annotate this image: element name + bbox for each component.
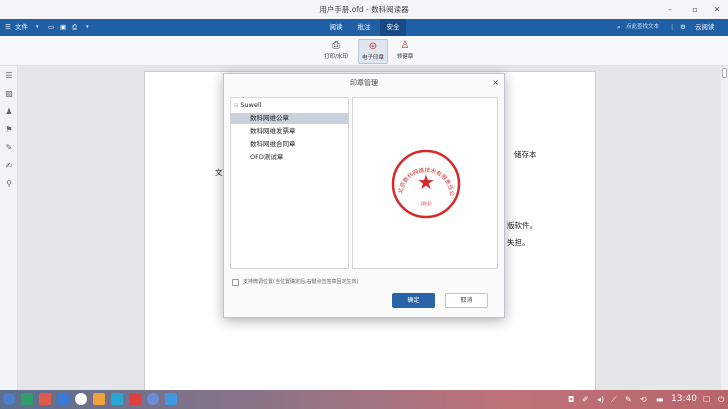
print-watermark-label: 打印/水印 [324,54,348,60]
edit-tray-icon[interactable]: ✎ [625,393,632,406]
maximize-button[interactable]: ▫ [684,0,706,19]
camera-icon[interactable]: ◘ [568,393,574,406]
seal-item[interactable]: 数科网维公章 [231,113,348,124]
print-watermark-button[interactable]: ⎙ 打印/水印 [322,39,350,64]
vertical-scrollbar[interactable] [721,66,728,390]
start-menu-icon[interactable] [3,393,15,405]
taskbar: ◘ ✐ ◂) ⟋ ✎ ⟲ ▬ 13:40 ☐ ⏻ [0,390,728,409]
dialog-title: 印章管理 [350,79,378,87]
minimize-button[interactable]: – [659,0,681,19]
scroll-thumb[interactable] [722,68,727,78]
divider: | [671,23,674,31]
mail-icon[interactable] [39,393,51,405]
seal-image: 北京数科网维技术有限责任公司 ★ (测试) [350,93,461,219]
electronic-seal-label: 电子印章 [361,55,384,61]
tree-root[interactable]: ⊟ Suwell [234,100,261,111]
close-button[interactable]: ✕ [706,0,728,19]
chevron-down-icon[interactable]: ▾ [36,19,39,36]
tree-root-label: Suwell [240,101,262,109]
ofd-reader-icon[interactable] [165,393,177,405]
window-title: 用户手册.ofd - 数科阅读器 [319,5,409,14]
printer-icon: ⎙ [332,40,340,51]
file-manager-icon[interactable] [21,393,33,405]
store-icon[interactable] [57,393,69,405]
login-link[interactable]: 云阅读 [695,19,715,36]
chevron-down-icon[interactable]: ▾ [86,19,89,36]
open-icon[interactable]: ▭ [48,19,54,36]
ribbon-toolbar: ⎙ 打印/水印 ⊜ 电子印章 ♙ 领健章 [0,36,728,66]
seal-list-icon[interactable]: ♟ [4,107,14,117]
seal-code: (测试) [420,200,432,206]
gear-icon[interactable]: ⚙ [680,19,686,36]
seal-management-dialog: 印章管理 × ⊟ Suwell 数科网维公章 数科网维发票章 数科网维合同章 O… [223,73,505,318]
collapse-icon[interactable]: ⊟ [234,103,238,109]
page-text-line1: 储存本 [514,150,537,159]
pen-icon[interactable]: ✐ [582,393,589,406]
browser-icon[interactable] [75,393,87,405]
handwritten-seal-label: 领健章 [396,54,414,60]
stamp-icon: ⊜ [368,41,378,52]
seal-item[interactable]: 数科网维发票章 [231,126,348,137]
seal-star-icon: ★ [417,170,435,194]
search-icon[interactable]: ⌕ [617,19,621,36]
bookmark-icon[interactable]: ⚑ [4,125,14,135]
clock: 13:40 [671,394,697,404]
print-icon[interactable]: ⎙ [72,19,77,36]
fine-tune-label: 支持微调位置(当位置确定后,右键点击签章固定生效) [243,279,359,285]
tab-read[interactable]: 阅读 [323,19,349,36]
network-icon[interactable]: ⟋ [611,393,617,406]
tab-security[interactable]: 安全 [380,19,406,36]
outline-icon[interactable]: ☰ [4,71,14,81]
thumbnail-icon[interactable]: ▨ [4,89,14,99]
seal-icon: ♙ [400,40,410,51]
power-icon[interactable]: ⏻ [718,393,724,406]
settings-icon[interactable] [147,393,159,405]
menu-bar: ☰ 文件 ▾ ▭ ▣ ⎙ ▾ 阅读 批注 安全 ⌕ 点此查找文本 | ⚙ 云阅读 [0,19,728,36]
calendar-icon[interactable] [129,393,141,405]
seal-tree: ⊟ Suwell 数科网维公章 数科网维发票章 数科网维合同章 OFD测试章 [230,97,349,269]
attachment-icon[interactable]: ⚲ [4,179,14,189]
page-text-left: 文 [215,168,223,177]
page-text-line2: 版软件。 [507,221,537,230]
seal-item[interactable]: 数科网维合同章 [231,139,348,150]
edit-icon[interactable]: ✍ [4,161,14,171]
notification-icon[interactable]: ☐ [703,393,710,406]
left-sidebar: ☰ ▨ ♟ ⚑ ✎ ✍ ⚲ [0,66,18,390]
file-menu[interactable]: 文件 [15,19,28,36]
seal-item[interactable]: OFD测试章 [231,152,348,163]
save-icon[interactable]: ▣ [60,19,66,36]
volume-icon[interactable]: ◂) [597,393,604,406]
page-text-line3: 失担。 [507,238,530,247]
keyboard-icon[interactable]: ▬ [656,393,664,406]
tab-annotate[interactable]: 批注 [351,19,377,36]
title-bar: 用户手册.ofd - 数科阅读器 [0,0,728,19]
photos-icon[interactable] [111,393,123,405]
electronic-seal-button[interactable]: ⊜ 电子印章 [358,39,388,64]
menu-icon[interactable]: ☰ [5,19,11,36]
fine-tune-checkbox[interactable] [232,279,239,286]
seal-preview-panel: 北京数科网维技术有限责任公司 ★ (测试) [350,93,498,269]
music-icon[interactable] [93,393,105,405]
search-input[interactable]: 点此查找文本 [626,19,659,36]
sync-icon[interactable]: ⟲ [640,393,647,406]
dialog-close-button[interactable]: × [492,74,499,92]
handwritten-seal-button[interactable]: ♙ 领健章 [390,39,420,64]
seal-text: 北京数科网维技术有限责任公司 [353,98,455,197]
ok-button[interactable]: 确定 [392,293,435,308]
cancel-button[interactable]: 取消 [445,293,488,308]
annotation-icon[interactable]: ✎ [4,143,14,153]
